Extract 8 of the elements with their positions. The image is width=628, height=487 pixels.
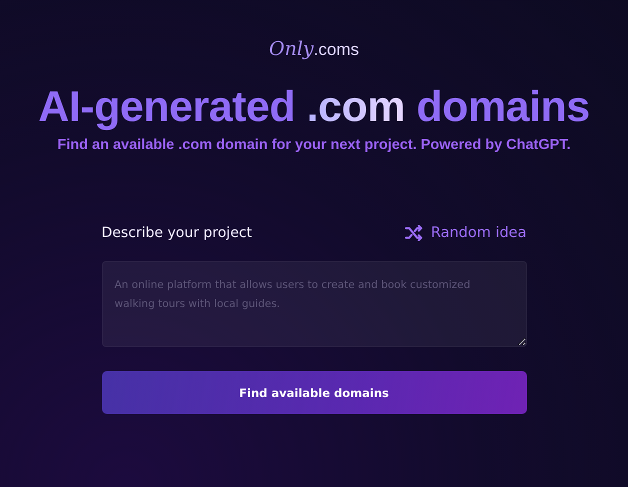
find-domains-button[interactable]: Find available domains: [102, 371, 526, 414]
headline: AI-generated .com domains: [38, 84, 590, 132]
random-idea-button[interactable]: Random idea: [404, 225, 526, 242]
logo-script: Only: [269, 38, 314, 60]
logo-suffix: .coms: [314, 40, 359, 59]
shuffle-icon: [404, 225, 424, 242]
subtitle: Find an available .com domain for your next project. Powered by ChatGPT.: [57, 137, 571, 154]
field-label: Describe your project: [102, 225, 252, 242]
